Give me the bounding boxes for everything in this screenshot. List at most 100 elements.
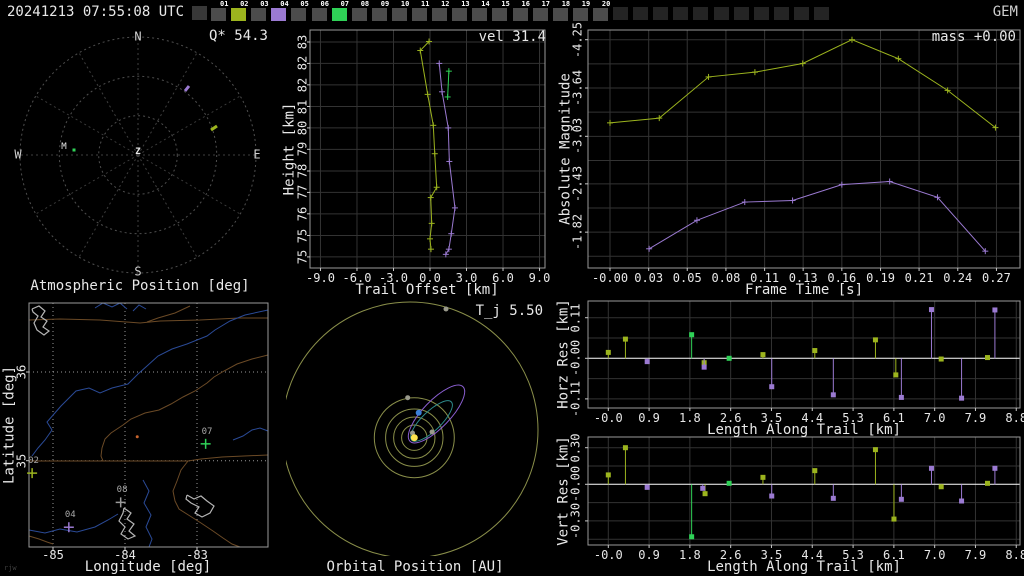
vert-point-station-04 bbox=[830, 495, 836, 501]
station-slot-16[interactable] bbox=[512, 8, 528, 21]
station-slot-09[interactable] bbox=[371, 8, 387, 21]
watermark: rjw bbox=[4, 564, 17, 572]
station-slot-label: 19 bbox=[581, 0, 591, 8]
horz-res-ylabel: Horz Res [km] bbox=[555, 299, 572, 409]
polar-spoke bbox=[137, 154, 241, 215]
polar-spoke bbox=[137, 52, 198, 156]
map-state-border bbox=[146, 305, 191, 323]
station-slot-leading[interactable] bbox=[192, 6, 207, 20]
horz-point-station-02 bbox=[760, 352, 766, 358]
vert-point-station-02 bbox=[984, 480, 990, 486]
planet-dot bbox=[405, 395, 411, 401]
vert-point-station-02 bbox=[622, 445, 628, 451]
station-slot-18[interactable] bbox=[552, 8, 568, 21]
station-slot-label: 05 bbox=[300, 0, 309, 8]
tisserand-value: T_j 5.50 bbox=[475, 303, 543, 319]
station-slot-label: 08 bbox=[360, 0, 370, 8]
horz-point-station-02 bbox=[893, 372, 899, 378]
station-slot-12[interactable] bbox=[432, 8, 448, 21]
vert-point-station-07 bbox=[689, 534, 695, 540]
app-root: 20241213 07:55:08 UTC 01 02 03 04 05 06 07 08 09… bbox=[0, 0, 1024, 576]
vert-point-station-07 bbox=[726, 480, 732, 486]
station-slot-spare bbox=[793, 7, 809, 20]
station-slot-spare bbox=[653, 7, 669, 20]
vert-point-station-02 bbox=[812, 468, 818, 474]
station-slot-07[interactable] bbox=[331, 8, 347, 21]
station-slot-04[interactable] bbox=[271, 8, 287, 21]
station-slot-label: 10 bbox=[400, 0, 410, 8]
polar-spoke bbox=[137, 95, 241, 156]
station-slot-label: 09 bbox=[380, 0, 390, 8]
station-slot-13[interactable] bbox=[452, 8, 468, 21]
horz-point-station-04 bbox=[992, 307, 998, 313]
map-xlabel: Longitude [deg] bbox=[84, 559, 212, 575]
atmospheric-caption: Atmospheric Position [deg] bbox=[30, 278, 250, 294]
station-slot-17[interactable] bbox=[532, 8, 548, 21]
station-slot-spare bbox=[814, 7, 829, 20]
compass-south-label: S bbox=[134, 264, 142, 279]
map-terrain bbox=[185, 494, 215, 518]
horz-res-xlabel: Length Along Trail [km] bbox=[707, 422, 901, 438]
map-state-border bbox=[29, 454, 269, 462]
station-slot-spare bbox=[753, 7, 769, 20]
station-slot-03[interactable] bbox=[251, 8, 267, 21]
station-slot-15[interactable] bbox=[492, 8, 508, 21]
station-slot-label: 15 bbox=[501, 0, 510, 8]
map-river bbox=[28, 513, 119, 534]
vert-point-station-04 bbox=[644, 484, 650, 490]
vert-point-station-04 bbox=[898, 496, 904, 502]
horz-point-station-02 bbox=[622, 336, 628, 342]
compass-west-label: W bbox=[14, 147, 22, 162]
map-terrain bbox=[118, 507, 137, 540]
station-slot-10[interactable] bbox=[391, 8, 407, 21]
shower-code: GEM bbox=[992, 4, 1018, 20]
horz-point-station-04 bbox=[898, 394, 904, 400]
velocity-value: vel 31.4 bbox=[478, 29, 546, 45]
magnitude-xlabel: Frame Time [s] bbox=[744, 282, 864, 298]
trail-ylabel: Height [km] bbox=[281, 102, 298, 196]
horz-point-station-07 bbox=[726, 355, 732, 361]
vert-point-station-04 bbox=[769, 493, 775, 499]
meteor-point-station-07 bbox=[72, 148, 76, 152]
polar-spoke bbox=[78, 154, 139, 258]
station-slot-02[interactable] bbox=[231, 8, 247, 21]
map-meteor-dot bbox=[135, 435, 139, 439]
station-slot-14[interactable] bbox=[472, 8, 488, 21]
map-river bbox=[94, 302, 128, 310]
horz-point-station-02 bbox=[984, 355, 990, 361]
trail-series-station-02 bbox=[419, 41, 438, 250]
horz-point-station-07 bbox=[689, 332, 695, 338]
station-slot-spare bbox=[713, 7, 729, 20]
horz-point-station-04 bbox=[701, 364, 707, 370]
station-slot-19[interactable] bbox=[572, 8, 588, 21]
planet-dot bbox=[443, 306, 449, 312]
vert-point-station-04 bbox=[992, 465, 998, 471]
station-slot-label: 16 bbox=[521, 0, 530, 8]
station-slot-05[interactable] bbox=[291, 8, 307, 21]
vert-point-station-02 bbox=[891, 516, 897, 522]
map-terrain bbox=[31, 305, 51, 336]
plot-border bbox=[587, 436, 1021, 546]
station-slot-06[interactable] bbox=[311, 8, 327, 21]
station-slot-label: 04 bbox=[280, 0, 289, 8]
magnitude-ylabel: Absolute Magnitude bbox=[557, 73, 574, 225]
meteor-streak-station-02 bbox=[210, 124, 218, 132]
station-slot-01[interactable] bbox=[211, 8, 226, 21]
vert-point-station-02 bbox=[605, 472, 611, 478]
chart-vert bbox=[585, 436, 1021, 548]
station-slot-label: 07 bbox=[340, 0, 350, 8]
map-state-border bbox=[28, 535, 54, 545]
horz-point-station-02 bbox=[938, 356, 944, 362]
station-slot-label: 14 bbox=[481, 0, 490, 8]
vert-point-station-02 bbox=[872, 447, 878, 453]
station-slot-11[interactable] bbox=[412, 8, 427, 21]
vert-point-station-02 bbox=[938, 484, 944, 490]
orbit-plot bbox=[286, 301, 539, 556]
planet-dot bbox=[429, 429, 435, 435]
station-slot-08[interactable] bbox=[351, 8, 367, 21]
station-slot-spare bbox=[613, 7, 628, 20]
station-slot-20[interactable] bbox=[592, 8, 608, 21]
station-slot-label: 20 bbox=[601, 0, 611, 8]
zenith-marker: Z bbox=[135, 147, 141, 158]
station-slot-spare bbox=[773, 7, 789, 20]
